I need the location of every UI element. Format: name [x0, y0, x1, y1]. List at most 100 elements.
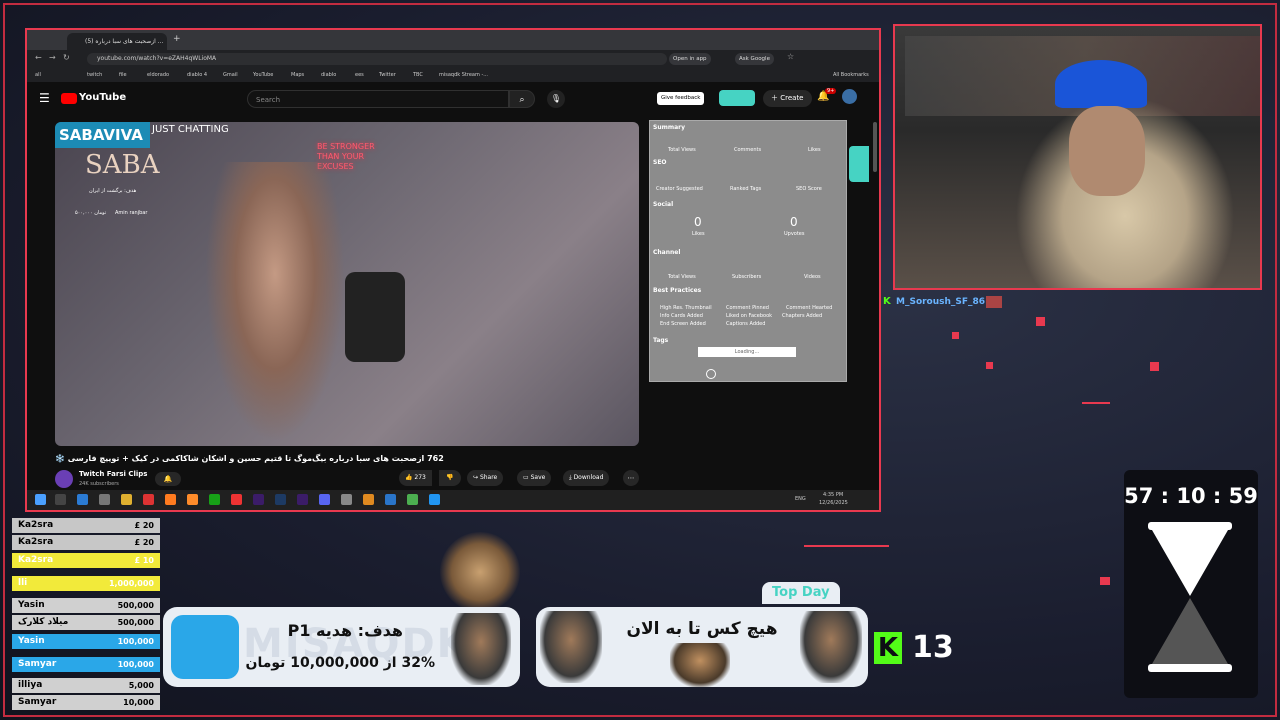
- kick-small-icon: K: [883, 296, 891, 307]
- decor-line: [804, 545, 889, 547]
- download-button[interactable]: ⤓ Download: [563, 470, 610, 486]
- star-icon[interactable]: ☆: [787, 52, 794, 61]
- give-feedback-button[interactable]: Give feedback: [657, 92, 705, 105]
- subscriber-count: 24K subscribers: [79, 481, 119, 487]
- browser-window: (5) ازصحبت های سبا درباره ... + ← → ↻ yo…: [25, 28, 881, 512]
- bell-icon[interactable]: 🔔: [155, 472, 181, 486]
- tab-title: (5) ازصحبت های سبا درباره ...: [85, 38, 164, 45]
- panel-social-likes-label: Likes: [692, 231, 705, 237]
- avatar[interactable]: [842, 89, 857, 104]
- photoshop-icon[interactable]: [275, 494, 286, 505]
- bookmark-item[interactable]: all: [35, 70, 41, 80]
- app-icon[interactable]: [363, 494, 374, 505]
- youtube-taskbar-icon[interactable]: [231, 494, 242, 505]
- channel-name[interactable]: Twitch Farsi Clips: [79, 470, 147, 478]
- panel-bp-item: Chapters Added: [782, 313, 823, 319]
- extension-side-tab[interactable]: [849, 146, 869, 182]
- hourglass-icon: [1152, 530, 1228, 596]
- video-player[interactable]: SABAVIVA JUST CHATTING SABA هدف: برگشت ا…: [55, 122, 639, 446]
- blue-cap: [1055, 60, 1147, 108]
- bookmark-item[interactable]: diablo: [321, 70, 336, 80]
- firefox-icon[interactable]: [165, 494, 176, 505]
- bookmark-item[interactable]: YouTube: [253, 70, 273, 80]
- create-button[interactable]: ＋ Create: [763, 90, 812, 107]
- bookmark-item[interactable]: Maps: [291, 70, 304, 80]
- search-icon[interactable]: ⌕: [509, 90, 535, 108]
- windows-start-icon[interactable]: [35, 494, 46, 505]
- bookmark-item[interactable]: file: [119, 70, 127, 80]
- tab-youtube[interactable]: (5) ازصحبت های سبا درباره ...: [67, 33, 167, 50]
- character-center: [670, 643, 730, 687]
- share-label: Share: [479, 474, 498, 481]
- like-button[interactable]: 👍 273: [399, 470, 432, 486]
- app-icon[interactable]: [341, 494, 352, 505]
- kick-viewer-count: 13: [912, 630, 954, 665]
- app-icon[interactable]: [143, 494, 154, 505]
- clock-date[interactable]: 12/26/2025: [819, 500, 848, 506]
- donor-name: Samyar: [18, 659, 57, 669]
- like-count: 273: [414, 474, 426, 481]
- new-tab-button[interactable]: +: [173, 34, 181, 44]
- youtube-logo-icon[interactable]: [61, 93, 77, 104]
- more-options-icon[interactable]: ⋯: [623, 470, 639, 486]
- panel-ranked-tags: Ranked Tags: [730, 186, 762, 192]
- chrome-icon[interactable]: [407, 494, 418, 505]
- donor-name: Ka2sra: [18, 520, 54, 530]
- decor-spark: [1100, 577, 1110, 585]
- app-icon[interactable]: [429, 494, 440, 505]
- open-in-app-button[interactable]: Open in app: [669, 53, 711, 65]
- donation-row: illiya 5,000: [12, 678, 160, 693]
- menu-icon[interactable]: ☰: [39, 91, 50, 105]
- app-icon[interactable]: [99, 494, 110, 505]
- edge-icon[interactable]: [77, 494, 88, 505]
- hourglass-bottom-cap: [1148, 664, 1232, 672]
- scrollbar[interactable]: [873, 122, 877, 172]
- search-taskbar-icon[interactable]: [55, 494, 66, 505]
- url-field[interactable]: youtube.com/watch?v=eZAH4qWLioMA: [87, 53, 667, 65]
- give-feedback-label: Give feedback: [661, 95, 701, 101]
- app-icon[interactable]: [385, 494, 396, 505]
- bookmark-item[interactable]: twitch: [87, 70, 102, 80]
- bookmark-item[interactable]: TBC: [413, 70, 423, 80]
- media-encoder-icon[interactable]: [297, 494, 308, 505]
- app-icon[interactable]: [187, 494, 198, 505]
- clock-time[interactable]: 4:35 PM: [823, 492, 843, 498]
- xbox-icon[interactable]: [209, 494, 220, 505]
- bookmark-item[interactable]: eldorado: [147, 70, 169, 80]
- save-button[interactable]: ▭ Save: [517, 470, 552, 486]
- channel-avatar[interactable]: [55, 470, 73, 488]
- microphone-icon[interactable]: 🎙: [547, 90, 565, 108]
- decor-spark: [1150, 362, 1159, 371]
- panel-bp-item: Comment Pinned: [726, 305, 769, 311]
- dislike-button[interactable]: 👎: [439, 470, 461, 486]
- donor-name: lli: [18, 578, 28, 588]
- forward-icon[interactable]: →: [49, 53, 56, 62]
- bookmark-item[interactable]: misaqdk Stream -...: [439, 70, 488, 80]
- back-icon[interactable]: ←: [35, 53, 42, 62]
- extension-toggle-button[interactable]: [719, 90, 755, 106]
- overlay-channel-name: SABAVIVA: [59, 126, 143, 144]
- share-button[interactable]: ↪ Share: [467, 470, 504, 486]
- folder-icon[interactable]: [121, 494, 132, 505]
- countdown-timer: 57 : 10 : 59: [1124, 470, 1258, 698]
- language-indicator[interactable]: ENG: [795, 496, 806, 502]
- discord-icon[interactable]: [319, 494, 330, 505]
- donor-name: illiya: [18, 680, 43, 690]
- donation-amount: £ 20: [134, 538, 154, 547]
- all-bookmarks[interactable]: All Bookmarks: [833, 70, 869, 80]
- bookmark-item[interactable]: Gmail: [223, 70, 238, 80]
- spinner-icon: [706, 369, 716, 379]
- youtube-logo-text[interactable]: YouTube: [79, 92, 126, 103]
- bookmark-item[interactable]: ees: [355, 70, 364, 80]
- decor-spark: [1036, 317, 1045, 326]
- bookmark-item[interactable]: Twitter: [379, 70, 396, 80]
- donation-list: Ka2sra £ 20 Ka2sra £ 20 Ka2sra £ 10 lli 1,00…: [12, 518, 160, 713]
- reload-icon[interactable]: ↻: [63, 53, 70, 62]
- windows-taskbar: ENG 4:35 PM 12/26/2025: [27, 490, 879, 510]
- premiere-icon[interactable]: [253, 494, 264, 505]
- bookmark-item[interactable]: diablo 4: [187, 70, 207, 80]
- donor-name: میلاد کلارک: [18, 617, 69, 627]
- ask-google-button[interactable]: Ask Google: [735, 53, 774, 65]
- search-input[interactable]: Search: [247, 90, 509, 108]
- goal-progress-text: 32% از 10,000,000 تومان: [245, 655, 436, 671]
